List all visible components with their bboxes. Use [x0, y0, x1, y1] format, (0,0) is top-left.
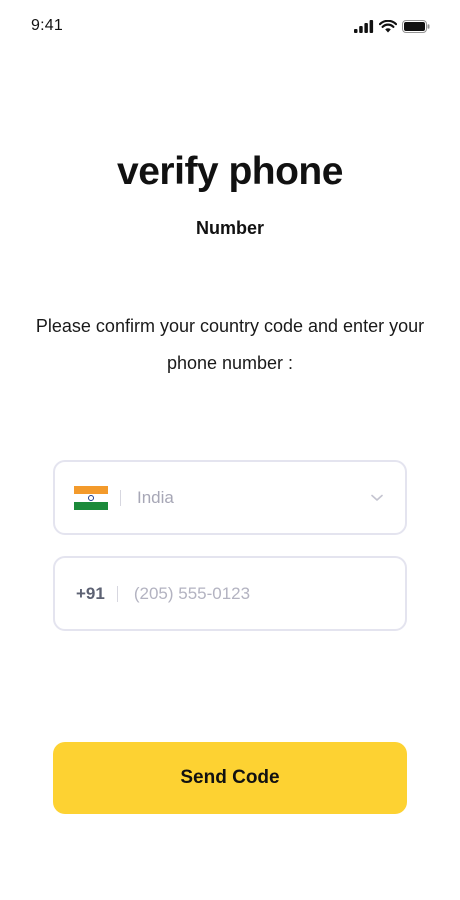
status-icons: [354, 18, 430, 34]
india-flag-icon: [74, 485, 108, 510]
status-bar: 9:41: [0, 0, 460, 54]
instructions-text: Please confirm your country code and ent…: [35, 316, 425, 373]
verify-phone-screen: 9:41 verify phone Number Please confirm …: [0, 0, 460, 900]
status-time: 9:41: [31, 17, 63, 34]
chevron-down-icon[interactable]: [371, 494, 383, 502]
divider: [120, 489, 121, 506]
page-title: verify phone: [117, 150, 343, 193]
country-select[interactable]: India: [53, 460, 407, 535]
phone-input[interactable]: [133, 573, 389, 614]
page-subtitle: Number: [195, 218, 264, 238]
country-value: India: [137, 487, 174, 507]
signal-icon: [354, 19, 374, 33]
divider: [116, 585, 118, 602]
phone-number-field[interactable]: +91: [53, 556, 407, 631]
wifi-icon: [379, 19, 397, 32]
send-code-button[interactable]: Send Code: [53, 742, 407, 814]
dial-code: +91: [76, 583, 105, 603]
battery-icon: [402, 19, 430, 33]
